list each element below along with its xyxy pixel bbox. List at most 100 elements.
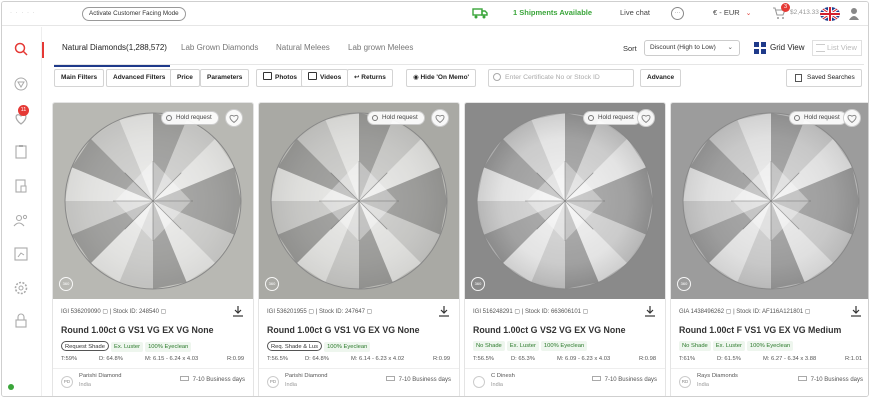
360-view-icon[interactable]: 360 xyxy=(265,277,279,291)
clipboard-icon[interactable] xyxy=(12,143,30,161)
seller-name[interactable]: C Dinesh xyxy=(491,373,515,379)
app-window: · · · · · Activate Customer Facing Mode … xyxy=(1,1,869,397)
360-view-icon[interactable]: 360 xyxy=(677,277,691,291)
chat-icon[interactable]: ··· xyxy=(671,7,684,20)
diamond-title[interactable]: Round 1.00ct G VS1 VG EX VG None xyxy=(267,325,420,335)
tag-badge: 100% Eyeclean xyxy=(746,341,794,351)
main-filters-button[interactable]: Main Filters xyxy=(54,69,105,87)
copy-icon[interactable]: ▢ xyxy=(102,309,109,315)
download-icon[interactable] xyxy=(231,305,245,317)
seller-country: India xyxy=(491,382,503,388)
advance-button[interactable]: Advance xyxy=(640,69,682,87)
diamond-image[interactable]: Hold request 360 xyxy=(671,103,868,299)
users-icon[interactable] xyxy=(12,211,30,229)
hold-icon xyxy=(372,115,378,121)
tag-badge: 100% Eyeclean xyxy=(324,342,371,352)
parameters-button[interactable]: Parameters xyxy=(200,69,250,87)
tab-natural-melees[interactable]: Natural Melees xyxy=(276,38,330,58)
heart-icon[interactable] xyxy=(637,109,655,127)
diamond-title[interactable]: Round 1.00ct G VS2 VG EX VG None xyxy=(473,325,626,335)
seller-avatar: RD xyxy=(679,376,691,388)
advanced-filters-button[interactable]: Advanced Filters xyxy=(106,69,173,87)
download-icon[interactable] xyxy=(437,305,451,317)
hold-request-button[interactable]: Hold request xyxy=(367,111,425,125)
certificate-number[interactable]: IGI 516248291 xyxy=(473,309,513,315)
copy-icon[interactable]: ▢ xyxy=(726,309,733,315)
shipments-available-link[interactable]: 1 Shipments Available xyxy=(513,8,592,17)
currency-selector[interactable]: € - EUR ⌄ xyxy=(713,8,752,17)
tab-natural-diamonds[interactable]: Natural Diamonds(1,288,572) xyxy=(62,38,167,58)
seller-name[interactable]: Parishi Diamond xyxy=(285,373,328,379)
hold-request-label: Hold request xyxy=(382,114,418,121)
lock-icon[interactable] xyxy=(12,312,30,330)
truck-icon xyxy=(385,376,395,381)
360-view-icon[interactable]: 360 xyxy=(59,277,73,291)
diamond-card[interactable]: Hold request 360 IGI 536209090 ▢ | Stock… xyxy=(52,102,254,396)
hold-request-button[interactable]: Hold request xyxy=(789,111,847,125)
copy-icon[interactable]: ▢ xyxy=(583,309,589,315)
document-icon[interactable] xyxy=(12,177,30,195)
copy-icon[interactable]: ▢ xyxy=(308,309,315,315)
grid-view-button[interactable]: Grid View xyxy=(754,40,805,56)
customer-facing-mode-button[interactable]: Activate Customer Facing Mode xyxy=(82,7,186,21)
diamond-icon[interactable] xyxy=(12,75,30,93)
seller-name[interactable]: Rays Diamonds xyxy=(697,373,738,379)
copy-icon[interactable]: ▢ xyxy=(805,309,811,315)
copy-icon[interactable]: ▢ xyxy=(514,309,521,315)
seller-avatar xyxy=(473,376,485,388)
search-icon[interactable] xyxy=(12,40,30,58)
seller-avatar: PD xyxy=(61,376,73,388)
360-view-icon[interactable]: 360 xyxy=(471,277,485,291)
bookmark-icon xyxy=(795,74,802,82)
diamond-image[interactable]: Hold request 360 xyxy=(259,103,459,299)
hold-request-button[interactable]: Hold request xyxy=(161,111,219,125)
photos-button[interactable]: Photos xyxy=(256,69,305,87)
tab-lab-grown-diamonds[interactable]: Lab Grown Diamonds xyxy=(181,38,258,58)
measurements: M: 6.15 - 6.24 x 4.03 xyxy=(145,356,199,362)
report-icon[interactable] xyxy=(12,245,30,263)
videos-button[interactable]: Videos xyxy=(301,69,349,87)
heart-icon[interactable] xyxy=(225,109,243,127)
hide-memo-label: Hide 'On Memo' xyxy=(420,74,470,81)
cart-amount: $2,413.33 xyxy=(790,9,819,16)
diamond-photo xyxy=(259,103,459,299)
depth-percent: D: 65.3% xyxy=(511,356,535,362)
returns-button[interactable]: ↩ Returns xyxy=(347,69,393,87)
diamond-title[interactable]: Round 1.00ct G VS1 VG EX VG None xyxy=(61,325,214,335)
heart-icon[interactable] xyxy=(431,109,449,127)
truck-icon xyxy=(797,376,807,381)
hide-on-memo-button[interactable]: ◉ Hide 'On Memo' xyxy=(406,69,477,87)
diamond-card[interactable]: Hold request 360 GIA 1438496262 ▢ | Stoc… xyxy=(670,102,868,396)
saved-searches-button[interactable]: Saved Searches xyxy=(786,69,862,87)
uk-flag-icon[interactable] xyxy=(820,7,840,21)
seller-name[interactable]: Parishi Diamond xyxy=(79,373,122,379)
gear-icon[interactable] xyxy=(12,279,30,297)
copy-icon[interactable]: ▢ xyxy=(161,309,167,315)
cart-count-badge: 3 xyxy=(781,3,790,12)
diamond-card[interactable]: Hold request 360 IGI 536201955 ▢ | Stock… xyxy=(258,102,460,396)
live-chat-link[interactable]: Live chat xyxy=(620,8,650,17)
download-icon[interactable] xyxy=(643,305,657,317)
tag-badge: 100% Eyeclean xyxy=(540,341,588,351)
certificate-number[interactable]: IGI 536209090 xyxy=(61,309,101,315)
diamond-card[interactable]: Hold request 360 IGI 516248291 ▢ | Stock… xyxy=(464,102,666,396)
depth-percent: D: 61.5% xyxy=(717,356,741,362)
list-icon xyxy=(816,44,825,52)
copy-icon[interactable]: ▢ xyxy=(367,309,373,315)
diamond-title[interactable]: Round 1.00ct F VS1 VG EX VG Medium xyxy=(679,325,841,335)
heart-icon[interactable] xyxy=(843,109,861,127)
download-icon[interactable] xyxy=(849,305,863,317)
price-button[interactable]: Price xyxy=(170,69,200,87)
certificate-search-input[interactable]: Enter Certificate No or Stock ID xyxy=(488,69,634,87)
window-dots-icon: · · · · · xyxy=(10,10,36,16)
sort-dropdown[interactable]: Discount (High to Low) ⌄ xyxy=(644,40,740,56)
user-icon[interactable] xyxy=(848,7,860,21)
hold-request-button[interactable]: Hold request xyxy=(583,111,641,125)
tab-lab-grown-melees[interactable]: Lab grown Melees xyxy=(348,38,413,58)
diamond-image[interactable]: Hold request 360 xyxy=(53,103,253,299)
certificate-number[interactable]: GIA 1438496262 xyxy=(679,309,724,315)
truck-icon xyxy=(591,376,601,381)
certificate-number[interactable]: IGI 536201955 xyxy=(267,309,307,315)
diamond-image[interactable]: Hold request 360 xyxy=(465,103,665,299)
list-view-button[interactable]: List View xyxy=(812,40,862,56)
